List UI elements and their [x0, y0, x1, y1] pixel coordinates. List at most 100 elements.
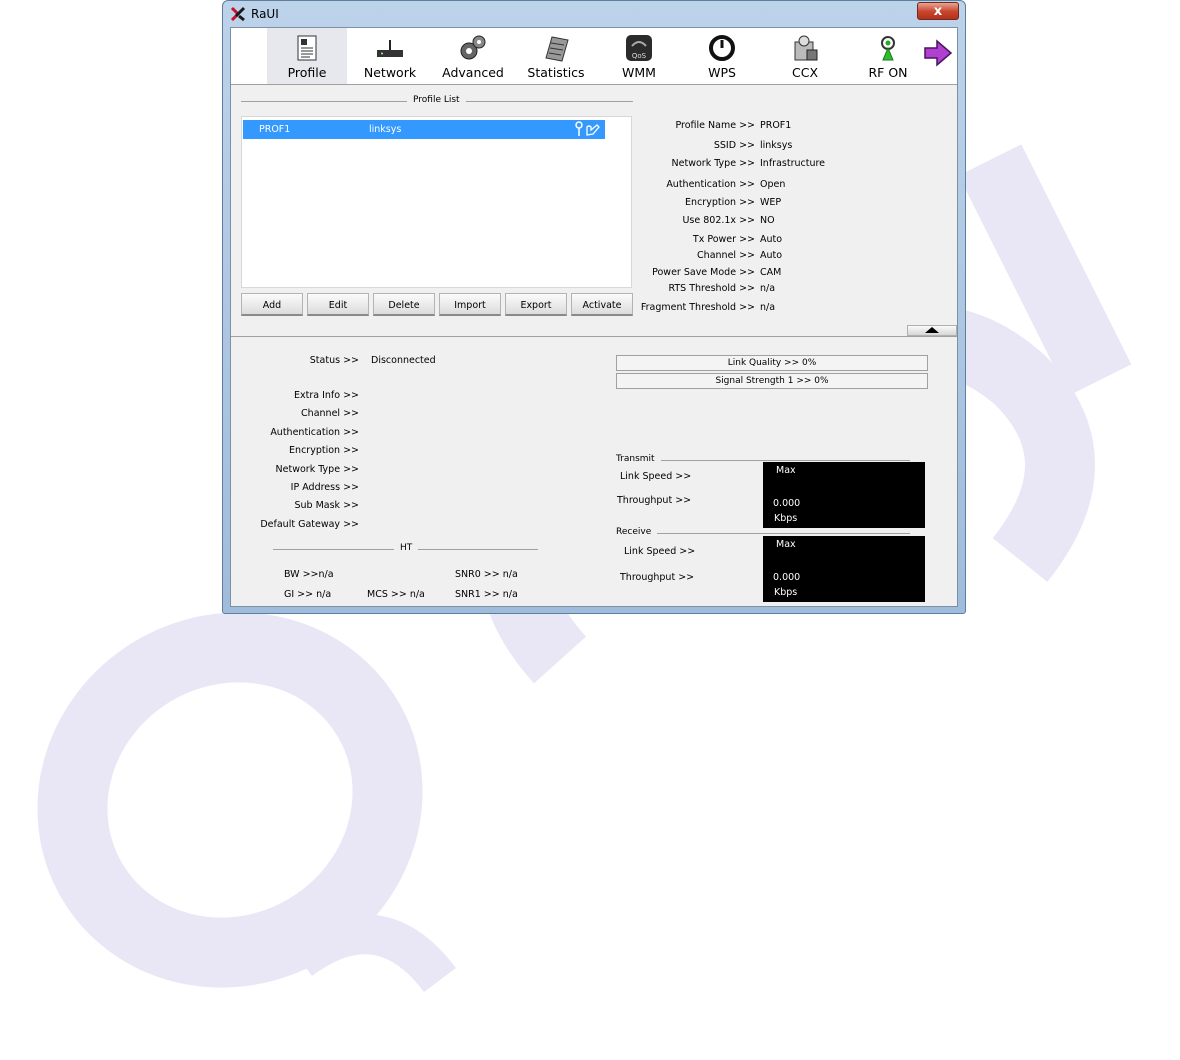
receive-value: 0.000 — [773, 572, 801, 583]
raui-window: RaUI x Profile Network Advanced Statisti… — [222, 0, 966, 614]
receive-title: Receive — [610, 527, 658, 537]
signal-strength-text: Signal Strength 1 >> 0% — [715, 376, 829, 386]
detail-value: NO — [760, 215, 775, 226]
detail-value: n/a — [760, 283, 776, 294]
tab-wps[interactable]: WPS — [682, 28, 762, 84]
tab-profile[interactable]: Profile — [267, 28, 347, 84]
window-title: RaUI — [251, 7, 279, 21]
detail-label: SSID >> — [713, 140, 755, 151]
tab-label: Profile — [287, 65, 327, 80]
detail-value: Open — [760, 179, 786, 190]
detail-value: n/a — [760, 302, 776, 313]
tab-label: CCX — [791, 65, 819, 80]
ralink-app-icon — [230, 6, 246, 22]
detail-label: Channel >> — [697, 250, 755, 261]
detail-label: Encryption >> — [685, 197, 755, 208]
ht-gi: GI >> n/a — [284, 589, 332, 600]
detail-label: Power Save Mode >> — [652, 267, 755, 278]
link-quality-text: Link Quality >> 0% — [727, 358, 817, 368]
detail-value: Auto — [760, 234, 783, 245]
detail-label: Use 802.1x >> — [682, 215, 755, 226]
detail-label: Tx Power >> — [692, 234, 755, 245]
link-quality-bar: Link Quality >> 0% — [616, 355, 928, 371]
detail-value: PROF1 — [760, 120, 792, 131]
profile-list[interactable]: PROF1 linksys — [241, 116, 632, 288]
tab-label: Network — [363, 65, 417, 80]
tab-label: Advanced — [442, 65, 504, 80]
toolbar: Profile Network Advanced Statistics QoS … — [231, 28, 957, 85]
tab-label: Statistics — [527, 65, 585, 80]
import-button[interactable]: Import — [439, 293, 501, 316]
tab-wmm[interactable]: QoS WMM — [599, 28, 679, 84]
receive-unit: Kbps — [774, 587, 798, 598]
transmit-throughput-label: Throughput >> — [617, 495, 692, 506]
key-hand-icon — [575, 121, 600, 136]
detail-value: CAM — [760, 267, 782, 278]
transmit-title: Transmit — [610, 454, 661, 464]
detail-label: RTS Threshold >> — [668, 283, 755, 294]
status-field-channel: Channel >> — [301, 408, 359, 419]
tab-rf-on[interactable]: RF ON — [848, 28, 928, 84]
receive-max: Max — [776, 539, 796, 550]
status-field-network-type: Network Type >> — [275, 464, 359, 475]
ccx-icon — [794, 35, 818, 61]
status-field-ip-address: IP Address >> — [290, 482, 359, 493]
title-bar[interactable]: RaUI x — [223, 1, 965, 27]
ht-snr0: SNR0 >> n/a — [455, 569, 518, 580]
activate-button[interactable]: Activate — [571, 293, 633, 316]
tab-ccx[interactable]: CCX — [765, 28, 845, 84]
receive-meter: Max 0.000 Kbps — [763, 536, 925, 602]
transmit-value: 0.000 — [773, 498, 801, 509]
status-field-authentication: Authentication >> — [270, 427, 359, 438]
status-field-encryption: Encryption >> — [289, 445, 359, 456]
receive-throughput-label: Throughput >> — [620, 572, 695, 583]
svg-text:QoS: QoS — [632, 52, 647, 60]
status-field-default-gateway: Default Gateway >> — [260, 519, 359, 530]
rf-on-icon — [881, 36, 895, 61]
detail-value: Auto — [760, 250, 783, 261]
tab-label: RF ON — [868, 65, 908, 80]
network-icon — [377, 40, 403, 57]
edit-button[interactable]: Edit — [307, 293, 369, 316]
ht-title: HT — [394, 543, 419, 553]
status-field-sub-mask: Sub Mask >> — [294, 500, 359, 511]
detail-value: linksys — [760, 140, 793, 151]
tab-statistics[interactable]: Statistics — [516, 28, 596, 84]
tab-advanced[interactable]: Advanced — [433, 28, 513, 84]
detail-label: Profile Name >> — [675, 120, 755, 131]
detail-label: Fragment Threshold >> — [640, 302, 755, 313]
export-button[interactable]: Export — [505, 293, 567, 316]
detail-label: Network Type >> — [671, 158, 755, 169]
wps-icon — [709, 35, 735, 61]
ht-mcs: MCS >> n/a — [367, 589, 425, 600]
transmit-unit: Kbps — [774, 513, 798, 524]
tab-network[interactable]: Network — [350, 28, 430, 84]
detail-label: Authentication >> — [666, 179, 755, 190]
close-button[interactable]: x — [917, 2, 959, 20]
arrow-right-icon[interactable] — [923, 38, 953, 68]
transmit-max: Max — [776, 465, 796, 476]
profile-row-name: PROF1 — [259, 124, 291, 135]
ht-snr1: SNR1 >> n/a — [455, 589, 518, 600]
status-label: Status >> — [309, 355, 359, 366]
triangle-up-icon — [925, 327, 939, 333]
transmit-link-speed-label: Link Speed >> — [620, 471, 692, 482]
section-divider — [231, 336, 957, 337]
ht-bw: BW >>n/a — [284, 569, 334, 580]
add-button[interactable]: Add — [241, 293, 303, 316]
delete-button[interactable]: Delete — [373, 293, 435, 316]
profile-icon — [297, 35, 317, 61]
signal-strength-bar: Signal Strength 1 >> 0% — [616, 373, 928, 389]
profile-list-title: Profile List — [407, 95, 466, 105]
tab-label: WMM — [622, 65, 656, 80]
tab-label: WPS — [708, 65, 736, 80]
advanced-icon — [460, 35, 486, 60]
receive-rule — [616, 533, 910, 534]
wmm-qos-icon: QoS — [626, 35, 652, 61]
collapse-button[interactable] — [907, 325, 957, 336]
detail-value: Infrastructure — [760, 158, 826, 169]
profile-row-prof1[interactable]: PROF1 linksys — [243, 120, 605, 139]
client-area: Profile Network Advanced Statistics QoS … — [230, 27, 958, 607]
transmit-meter: Max 0.000 Kbps — [763, 462, 925, 528]
profile-row-ssid: linksys — [369, 124, 402, 135]
